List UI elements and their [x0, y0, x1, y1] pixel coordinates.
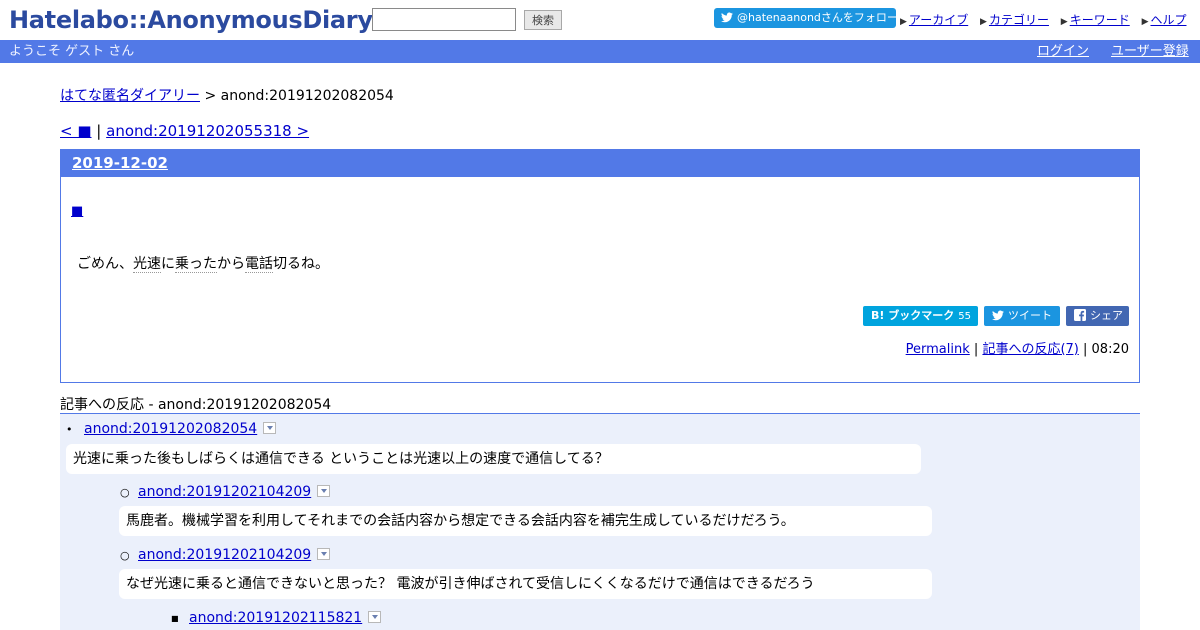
- reference-link[interactable]: anond:20191202115821: [189, 610, 362, 626]
- breadcrumb-separator: >: [204, 88, 217, 104]
- prev-entry-link[interactable]: < ■: [60, 122, 92, 140]
- pager-separator: |: [96, 122, 102, 140]
- body-text: に: [161, 256, 175, 272]
- follow-label: @hatenaanondさんをフォロー: [737, 11, 898, 24]
- reference-item: • anond:20191202082054: [66, 421, 277, 437]
- twitter-follow-button[interactable]: @hatenaanondさんをフォロー: [714, 8, 898, 28]
- bookmark-label: B! ブックマーク: [871, 309, 955, 322]
- facebook-icon: [1074, 309, 1086, 321]
- twitter-bird-icon: [992, 310, 1004, 321]
- search-button[interactable]: 検索: [524, 10, 562, 30]
- list-bullet: ○: [120, 486, 130, 499]
- tweet-label: ツイート: [1008, 309, 1052, 322]
- permalink-link[interactable]: Permalink: [906, 342, 970, 357]
- search-input[interactable]: [372, 8, 516, 31]
- bookmark-count: 55: [958, 311, 971, 322]
- nav-keyword[interactable]: キーワード: [1070, 13, 1130, 27]
- list-bullet: ■: [171, 614, 179, 623]
- expand-toggle-icon[interactable]: [317, 548, 331, 560]
- references-panel: • anond:20191202082054 光速に乗った後もしばらくは通信でき…: [60, 414, 1140, 630]
- arrow-icon: ▶: [1141, 17, 1149, 27]
- reference-excerpt: なぜ光速に乗ると通信できないと思った？ 電波が引き伸ばされて受信しにくくなるだけ…: [119, 569, 932, 599]
- reference-item: ○ anond:20191202104209: [120, 547, 331, 563]
- entry-time: 08:20: [1091, 342, 1129, 357]
- list-bullet: ○: [120, 549, 130, 562]
- day-section: 2019-12-02 ■ ごめん、光速に乗ったから電話切るね。 B! ブックマー…: [60, 149, 1140, 383]
- arrow-icon: ▶: [980, 17, 987, 27]
- entry-title-link[interactable]: ■: [71, 204, 83, 219]
- reference-link[interactable]: anond:20191202104209: [138, 484, 311, 500]
- entry-pager: < ■ | anond:20191202055318 >: [60, 122, 309, 140]
- breadcrumb-current: anond:20191202082054: [220, 88, 394, 104]
- list-bullet: •: [66, 423, 73, 436]
- meta-separator: |: [1083, 342, 1088, 357]
- body-text: ごめん、: [77, 256, 133, 272]
- breadcrumb: はてな匿名ダイアリー > anond:20191202082054: [60, 85, 394, 105]
- reference-excerpt: 光速に乗った後もしばらくは通信できる ということは光速以上の速度で通信してる？: [66, 444, 921, 474]
- references-title: 記事への反応 - anond:20191202082054: [60, 394, 1140, 414]
- user-bar: ようこそ ゲスト さん ログイン ユーザー登録: [0, 40, 1200, 63]
- body-text: 切るね。: [273, 256, 329, 272]
- breadcrumb-root-link[interactable]: はてな匿名ダイアリー: [60, 88, 200, 104]
- meta-separator: |: [973, 342, 979, 357]
- nav-archive[interactable]: アーカイブ: [909, 13, 968, 27]
- facebook-share-label: シェア: [1090, 309, 1123, 322]
- site-header: Hatelabo::AnonymousDiary 検索 @hatenaanond…: [0, 0, 1200, 40]
- keyword-link[interactable]: 光速: [133, 256, 161, 273]
- welcome-text: ようこそ ゲスト さん: [9, 44, 135, 59]
- keyword-link[interactable]: 電話: [245, 256, 273, 273]
- login-link[interactable]: ログイン: [1037, 40, 1089, 63]
- day-header: 2019-12-02: [61, 150, 1139, 177]
- hatena-bookmark-button[interactable]: B! ブックマーク 55: [863, 306, 978, 326]
- body-text: から: [217, 256, 245, 272]
- top-nav: ▶ アーカイブ ▶ カテゴリー ▶ キーワード ▶ ヘルプ: [900, 11, 1187, 28]
- arrow-icon: ▶: [900, 17, 907, 27]
- reactions-link[interactable]: 記事への反応(7): [982, 342, 1078, 357]
- reference-link[interactable]: anond:20191202104209: [138, 547, 311, 563]
- nav-category[interactable]: カテゴリー: [989, 13, 1049, 27]
- reference-item: ○ anond:20191202104209: [120, 484, 331, 500]
- expand-toggle-icon[interactable]: [317, 485, 331, 497]
- reference-excerpt: 馬鹿者。機械学習を利用してそれまでの会話内容から想定できる会話内容を補完生成して…: [119, 506, 932, 536]
- expand-toggle-icon[interactable]: [368, 611, 382, 623]
- facebook-share-button[interactable]: シェア: [1066, 306, 1129, 326]
- tweet-button[interactable]: ツイート: [984, 306, 1060, 326]
- reference-link[interactable]: anond:20191202082054: [84, 421, 257, 437]
- expand-toggle-icon[interactable]: [263, 422, 277, 434]
- entry-body: ごめん、光速に乗ったから電話切るね。: [77, 253, 329, 273]
- nav-help[interactable]: ヘルプ: [1150, 13, 1186, 27]
- entry-meta: Permalink | 記事への反応(7) | 08:20: [906, 338, 1129, 357]
- reference-item: ■ anond:20191202115821: [171, 610, 382, 626]
- day-date-link[interactable]: 2019-12-02: [72, 154, 168, 172]
- site-logo[interactable]: Hatelabo::AnonymousDiary: [9, 6, 373, 34]
- keyword-link[interactable]: 乗った: [175, 256, 217, 273]
- arrow-icon: ▶: [1060, 17, 1068, 27]
- twitter-bird-icon: [721, 12, 733, 23]
- next-entry-link[interactable]: anond:20191202055318 >: [106, 122, 309, 140]
- signup-link[interactable]: ユーザー登録: [1111, 40, 1189, 63]
